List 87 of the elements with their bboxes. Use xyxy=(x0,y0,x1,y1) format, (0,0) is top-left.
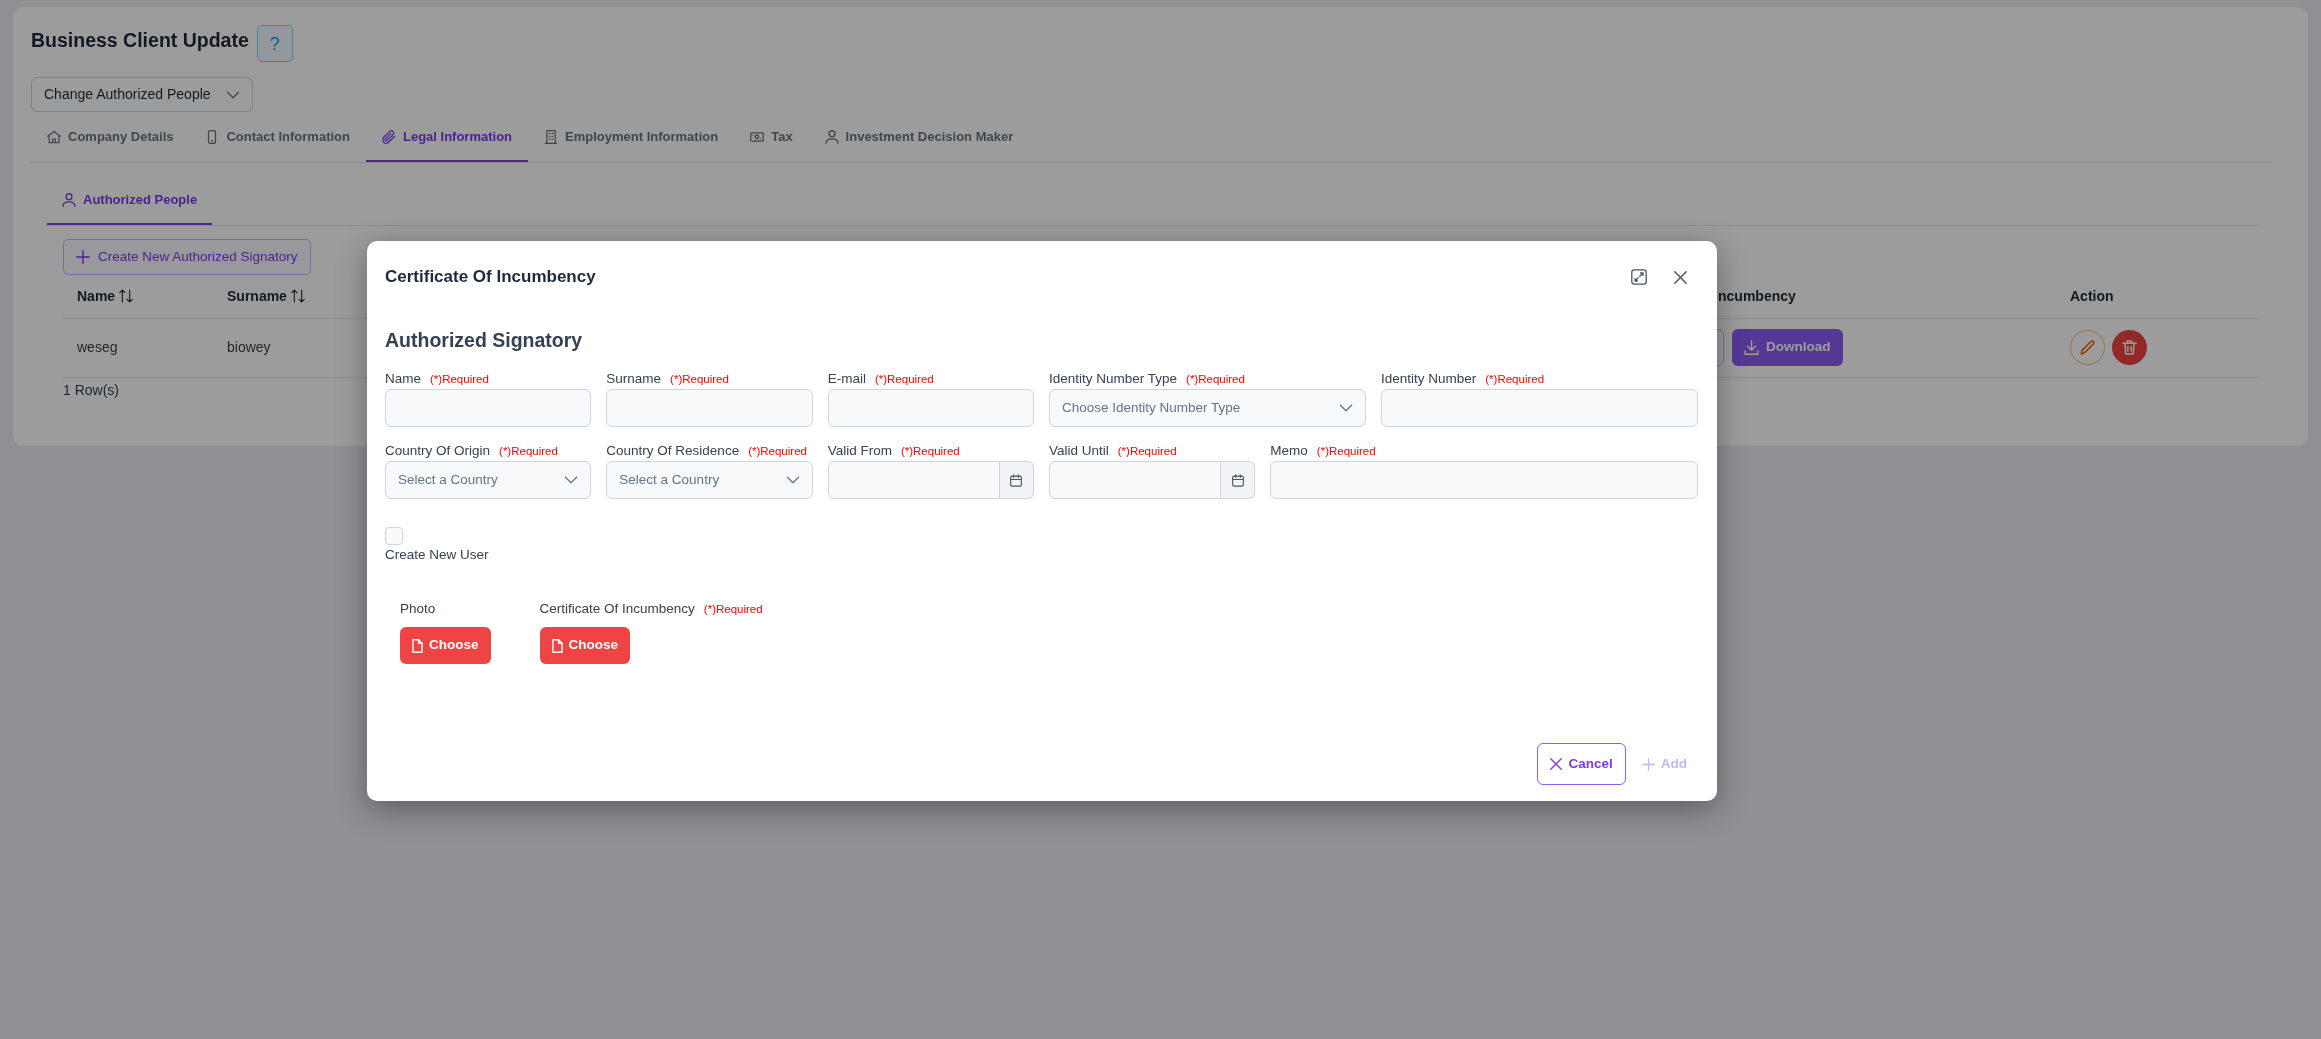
checkbox[interactable] xyxy=(385,527,403,545)
calendar-icon xyxy=(1231,473,1244,487)
field-label: Country Of Residence xyxy=(606,442,740,460)
choose-file-button[interactable]: Choose xyxy=(539,627,631,664)
field-label: Country Of Origin xyxy=(385,442,491,460)
required-note: (*)Required xyxy=(900,444,960,459)
tab[interactable]: Employment Information xyxy=(528,112,735,162)
tab[interactable]: Authorized People xyxy=(47,175,213,225)
column-header: Action xyxy=(2070,287,2114,304)
person-icon xyxy=(824,130,839,144)
tab[interactable]: Investment Decision Maker xyxy=(808,112,1030,162)
person-icon xyxy=(62,193,76,207)
required-note: (*)Required xyxy=(1117,444,1177,459)
pencil-icon xyxy=(2080,340,2095,355)
dialog-title: Certificate Of Incumbency xyxy=(385,266,596,288)
required-note: (*)Required xyxy=(1485,372,1545,387)
chevron-down-icon xyxy=(1339,404,1353,412)
delete-button[interactable] xyxy=(2112,330,2147,365)
field-label: Memo xyxy=(1270,442,1308,460)
checkbox-label: Create New User xyxy=(385,546,489,564)
cancel-button[interactable]: Cancel xyxy=(1537,743,1626,785)
tab[interactable]: Contact Information xyxy=(189,112,366,162)
calendar-icon xyxy=(1010,473,1023,487)
chevron-down-icon xyxy=(785,476,800,484)
required-note: (*)Required xyxy=(748,444,807,459)
text-field[interactable] xyxy=(385,389,592,427)
required-note: (*)Required xyxy=(670,372,729,387)
create-signatory-button[interactable]: Create New Authorized Signatory xyxy=(63,239,311,275)
row-count: 1 Row(s) xyxy=(63,380,119,399)
field-label: Identity Number xyxy=(1381,370,1477,388)
close-icon xyxy=(1550,758,1563,770)
plus-icon xyxy=(1641,757,1655,771)
column-header: Surname xyxy=(227,287,287,304)
field-label: Valid Until xyxy=(1049,442,1109,460)
close-icon[interactable] xyxy=(1674,270,1687,284)
download-button[interactable]: Download xyxy=(1732,329,1843,366)
table-cell: weseg xyxy=(63,318,213,377)
building-icon xyxy=(544,130,559,144)
chevron-down-icon xyxy=(226,90,240,99)
file-icon xyxy=(412,638,423,653)
table-cell: biowey xyxy=(213,318,363,377)
required-note: (*)Required xyxy=(430,372,489,387)
paperclip-icon xyxy=(382,130,396,144)
select-field[interactable]: Select a Country xyxy=(385,461,592,499)
required-note: (*)Required xyxy=(1316,444,1376,459)
section-heading: Authorized Signatory xyxy=(385,328,584,353)
trash-icon xyxy=(2122,340,2137,355)
required-note: (*)Required xyxy=(874,372,934,387)
expand-icon[interactable] xyxy=(1631,269,1647,285)
date-field[interactable] xyxy=(827,461,1000,499)
sort-icon[interactable] xyxy=(290,288,305,303)
download-icon xyxy=(1744,340,1759,355)
tab[interactable]: Company Details xyxy=(31,112,190,162)
text-field[interactable] xyxy=(1381,389,1698,427)
required-note: (*)Required xyxy=(499,444,558,459)
help-button[interactable]: ? xyxy=(256,25,293,62)
sort-icon[interactable] xyxy=(119,288,134,303)
text-field[interactable] xyxy=(606,389,813,427)
text-field[interactable] xyxy=(827,389,1034,427)
banknote-icon xyxy=(750,130,765,144)
required-note: (*)Required xyxy=(1186,372,1245,387)
chevron-down-icon xyxy=(564,476,579,484)
upload-label: Photo xyxy=(400,600,436,618)
calendar-button[interactable] xyxy=(1000,461,1034,499)
edit-button[interactable] xyxy=(2070,330,2105,365)
field-label: Identity Number Type xyxy=(1049,370,1178,388)
select-field[interactable]: Choose Identity Number Type xyxy=(1049,389,1366,427)
plus-icon xyxy=(76,250,90,264)
file-icon xyxy=(551,638,563,653)
date-field[interactable] xyxy=(1049,461,1222,499)
tab[interactable]: Legal Information xyxy=(366,112,529,162)
mode-select[interactable]: Change Authorized People xyxy=(31,77,253,112)
column-header: ncumbency xyxy=(1718,287,1796,304)
column-header: Name xyxy=(77,287,116,304)
calendar-button[interactable] xyxy=(1221,461,1256,499)
choose-file-button[interactable]: Choose xyxy=(400,627,491,664)
required-note: (*)Required xyxy=(703,602,763,617)
page-title: Business Client Update xyxy=(31,28,249,53)
tab[interactable]: Tax xyxy=(734,112,809,162)
upload-label: Certificate Of Incumbency xyxy=(539,600,695,618)
select-field[interactable]: Select a Country xyxy=(606,461,813,499)
field-label: Surname xyxy=(606,370,662,388)
field-label: Valid From xyxy=(827,442,892,460)
text-field[interactable] xyxy=(1270,461,1698,499)
field-label: E-mail xyxy=(827,370,866,388)
house-icon xyxy=(47,130,61,144)
field-label: Name xyxy=(385,370,421,388)
